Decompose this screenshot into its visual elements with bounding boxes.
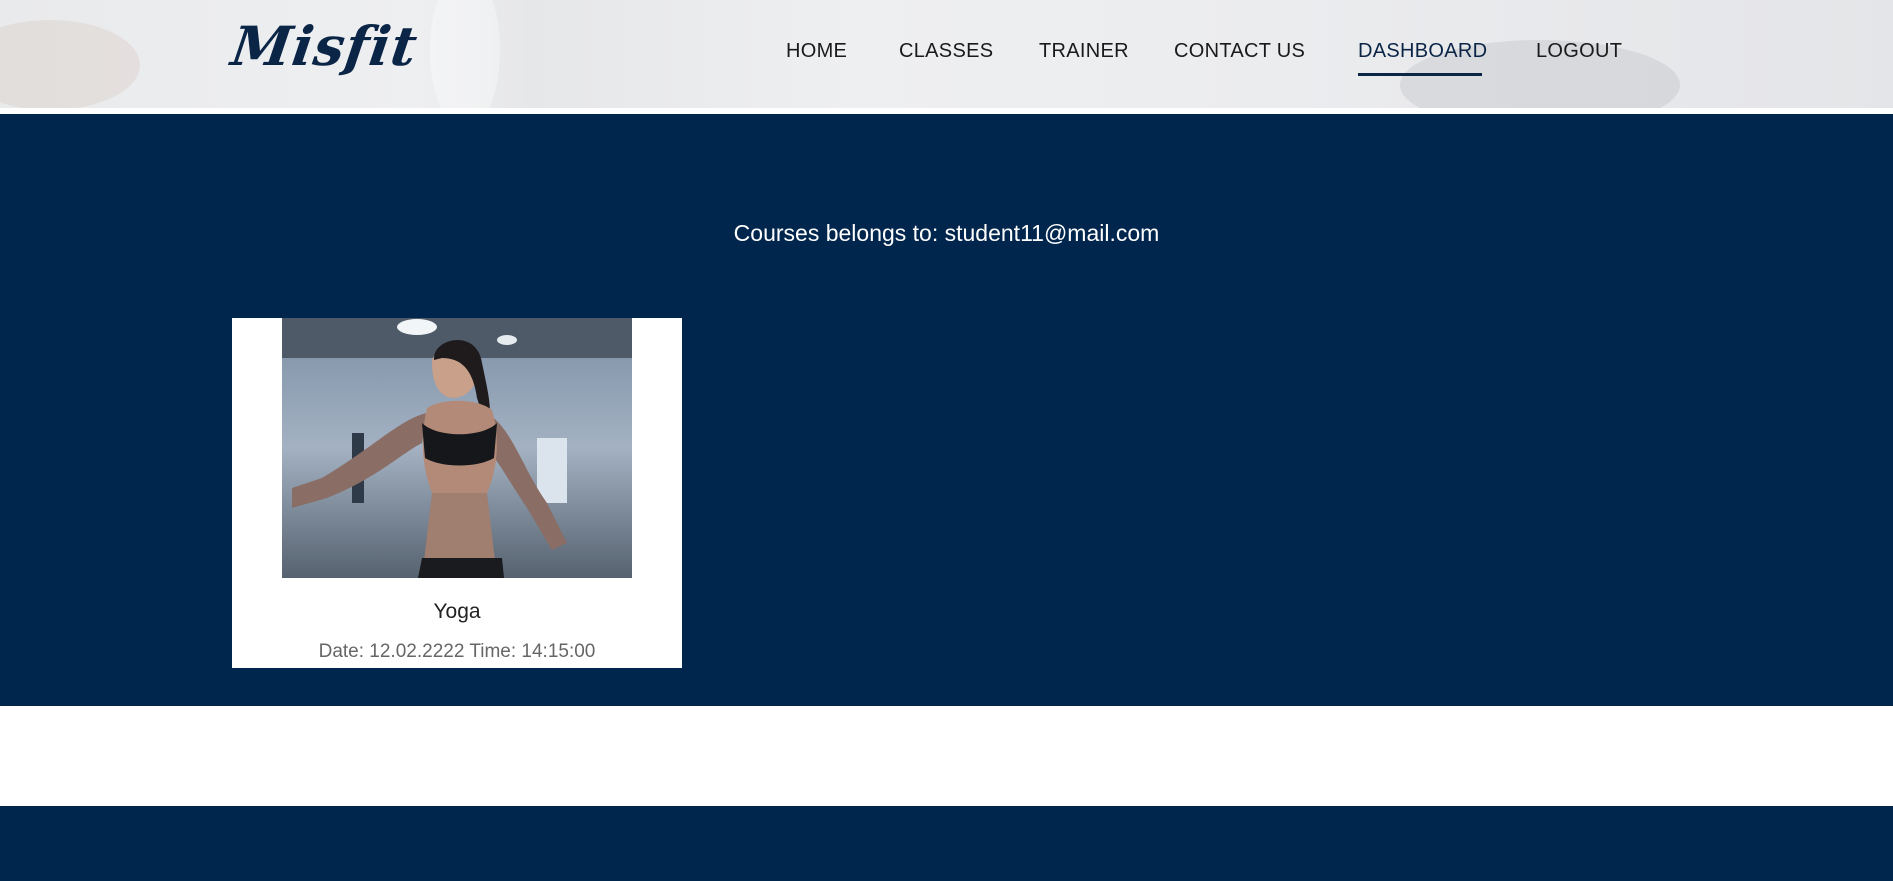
nav-logout[interactable]: LOGOUT [1536, 40, 1622, 63]
active-nav-indicator [1358, 73, 1482, 76]
nav-trainer[interactable]: TRAINER [1039, 40, 1129, 63]
site-header: Misfit HOME CLASSES TRAINER CONTACT US D… [0, 0, 1893, 108]
dashboard-section: Courses belongs to: student11@mail.com Y… [0, 114, 1893, 706]
nav-contact-us[interactable]: CONTACT US [1174, 40, 1305, 63]
course-image [282, 318, 632, 578]
main-nav: HOME CLASSES TRAINER CONTACT US DASHBOAR… [0, 40, 1893, 80]
course-title: Yoga [433, 600, 481, 623]
course-card[interactable]: Yoga Date: 12.02.2222 Time: 14:15:00 [232, 318, 682, 668]
nav-home[interactable]: HOME [786, 40, 847, 63]
site-footer [0, 806, 1893, 881]
nav-dashboard[interactable]: DASHBOARD [1358, 40, 1487, 63]
course-photo-illustration [282, 318, 632, 578]
course-schedule: Date: 12.02.2222 Time: 14:15:00 [318, 641, 596, 662]
nav-classes[interactable]: CLASSES [899, 40, 993, 63]
courses-owner-heading: Courses belongs to: student11@mail.com [733, 220, 1160, 246]
